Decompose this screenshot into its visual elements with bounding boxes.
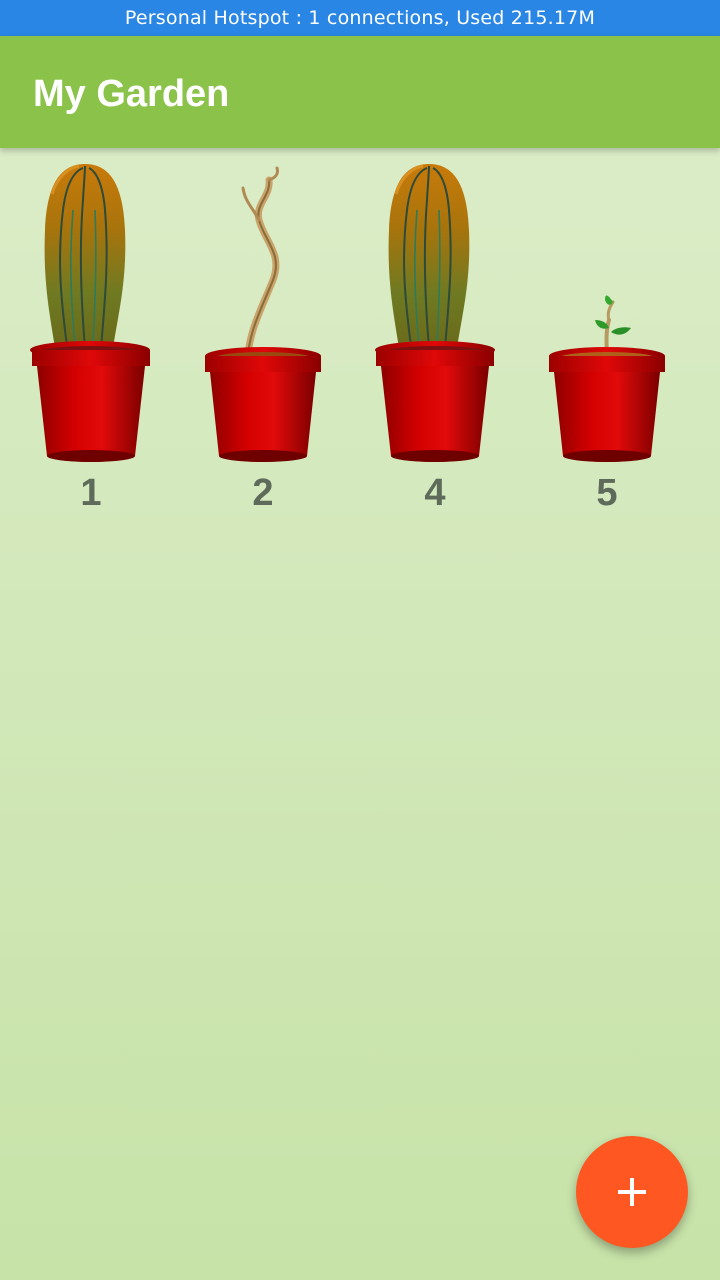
page-title: My Garden <box>33 73 230 115</box>
plant-number: 1 <box>80 472 102 514</box>
wilted-vine-icon <box>205 166 321 462</box>
plant-number: 4 <box>424 472 446 514</box>
plant-card[interactable]: 1 <box>5 150 177 520</box>
plant-card[interactable]: 5 <box>521 150 693 520</box>
app-bar: My Garden <box>0 36 720 148</box>
plus-icon <box>618 1178 646 1206</box>
plant-number: 2 <box>252 472 274 514</box>
plant-number: 5 <box>596 472 618 514</box>
add-plant-button[interactable] <box>576 1136 688 1248</box>
sprout-icon <box>549 295 665 462</box>
status-bar-text: Personal Hotspot : 1 connections, Used 2… <box>124 7 596 29</box>
plant-card[interactable]: 4 <box>349 150 521 520</box>
cactus-icon <box>375 164 495 462</box>
status-bar: Personal Hotspot : 1 connections, Used 2… <box>0 0 720 36</box>
cactus-icon <box>30 164 150 462</box>
plant-card[interactable]: 2 <box>177 150 349 520</box>
